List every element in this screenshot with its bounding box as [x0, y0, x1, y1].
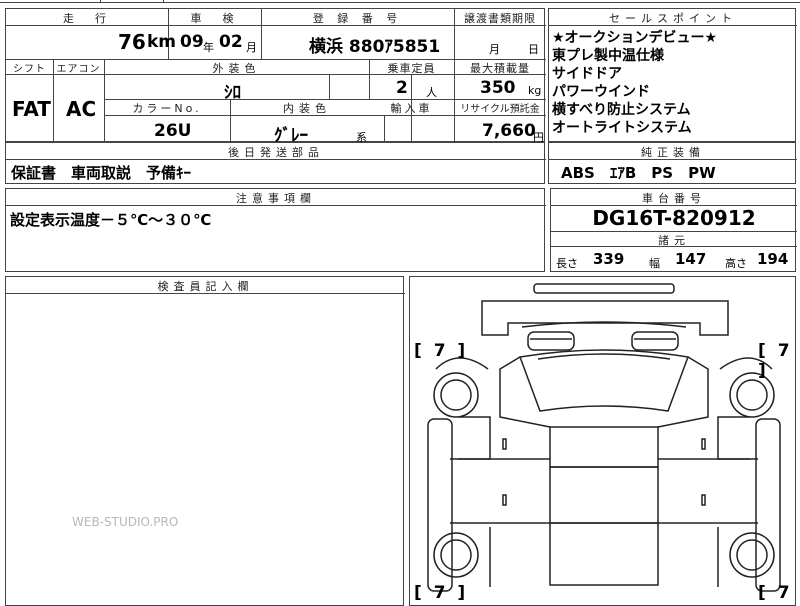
notes-value: 設定表示温度－５℃～３０℃ [10, 211, 212, 229]
registration-number: 横浜 880ｱ5851 [309, 37, 441, 57]
tire-rear-left-rating: [ 7 ] [414, 583, 469, 603]
selling-point-item: サイドドア [552, 66, 622, 82]
length-value: 339 [593, 250, 625, 268]
vehicle-info-grid: 走 行 車 検 登 録 番 号 譲渡書類期限 76 km 09 年 02 月 横… [5, 8, 546, 146]
notes-header: 注意事項欄 [236, 192, 316, 205]
transfer-day-unit: 日 [528, 43, 539, 56]
chassis-header: 車台番号 [642, 192, 706, 205]
vehicle-diagram-box: [ 7 ] [ 7 ] [ 7 ] [ 7 ] [409, 276, 796, 606]
chassis-box: 車台番号 DG16T-820912 諸元 長さ 339 幅 147 高さ 194 [550, 188, 797, 272]
selling-point-item: パワーウインド [552, 84, 650, 100]
import-header: 輸入車 [390, 102, 433, 115]
top-cut-cell [100, 0, 164, 3]
inspection-header: 車 検 [190, 12, 239, 25]
inspector-remarks-box: 検査員記入欄 [5, 276, 405, 606]
inspection-month: 02 [219, 32, 243, 52]
selling-points-box: セールスポイント ★オークションデビュー★ 東プレ製中温仕様 サイドドアパワーウイン… [548, 8, 797, 142]
height-value: 194 [757, 250, 789, 268]
recycle-deposit-value: 7,660 [482, 121, 536, 141]
watermark: WEB-STUDIO.PRO [72, 515, 179, 529]
selling-point-item: 横すべり防止システム [552, 102, 691, 118]
max-load-unit: kg [528, 84, 542, 97]
interior-color-header: 内装色 [283, 102, 331, 115]
selling-point-item: オートライトシステム [552, 120, 692, 136]
inspection-year: 09 [180, 32, 204, 52]
capacity-value: 2 [396, 78, 408, 98]
chassis-number: DG16T-820912 [592, 206, 756, 230]
length-label: 長さ [556, 257, 578, 270]
registration-header: 登 録 番 号 [312, 12, 403, 25]
tire-rear-right-rating: [ 7 ] [758, 583, 793, 605]
inspection-year-unit: 年 [203, 41, 214, 54]
accessories-box: 後日発送部品 保証書 車両取説 予備ｷｰ [5, 142, 546, 184]
transfer-deadline-header: 譲渡書類期限 [464, 12, 536, 25]
selling-point-item: ★オークションデビュー★ [552, 30, 718, 46]
accessories-value: 保証書 車両取説 予備ｷｰ [11, 164, 192, 182]
equipment-value: ABS ｴｱB PS PW [561, 164, 716, 182]
selling-point-item: 東プレ製中温仕様 [552, 48, 664, 64]
shift-header: シフト [13, 64, 46, 75]
accessories-header: 後日発送部品 [228, 146, 324, 159]
mileage-header: 走 行 [63, 12, 111, 25]
selling-points-header: セールスポイント [609, 12, 737, 25]
width-value: 147 [675, 250, 707, 268]
transfer-month-unit: 月 [489, 43, 500, 56]
color-no-header: カラーNo. [132, 102, 202, 115]
equipment-header: 純正装備 [641, 146, 705, 159]
truck-outline-diagram [427, 283, 781, 592]
max-load-header: 最大積載量 [470, 62, 530, 75]
color-no-value: 26U [154, 121, 192, 141]
height-label: 高さ [725, 257, 747, 270]
selling-points-list: ★オークションデビュー★ 東プレ製中温仕様 サイドドアパワーウインド横すべり防止シス… [552, 29, 717, 137]
width-label: 幅 [649, 257, 660, 270]
shift-value: FAT [12, 97, 51, 121]
notes-box: 注意事項欄 設定表示温度－５℃～３０℃ [5, 188, 546, 272]
capacity-unit: 人 [426, 86, 437, 99]
tire-front-right-rating: [ 7 ] [758, 341, 793, 381]
recycle-deposit-header: リサイクル預託金 [460, 104, 540, 115]
aircon-header: エアコン [56, 64, 101, 75]
inspection-month-unit: 月 [246, 41, 257, 54]
inspector-remarks-header: 検査員記入欄 [157, 280, 254, 293]
tire-front-left-rating: [ 7 ] [414, 341, 469, 361]
mileage-unit: km [147, 32, 177, 52]
aircon-value: AC [66, 97, 97, 121]
equipment-box: 純正装備 ABS ｴｱB PS PW [548, 142, 797, 184]
max-load-value: 350 [480, 78, 516, 98]
mileage-value: 76 [118, 30, 146, 54]
